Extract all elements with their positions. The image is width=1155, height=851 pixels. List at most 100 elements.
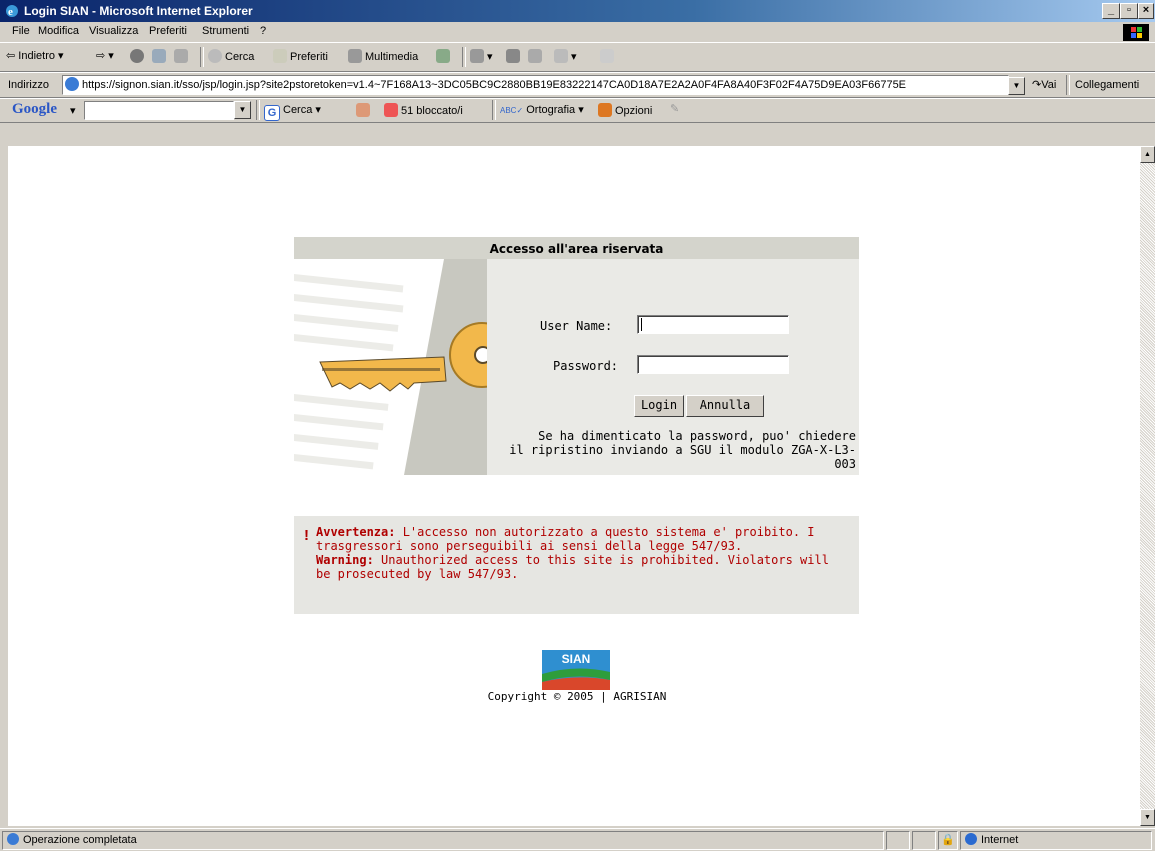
home-button[interactable] bbox=[174, 49, 191, 63]
google-search-input[interactable] bbox=[84, 101, 234, 120]
google-logo[interactable]: Google bbox=[12, 101, 57, 118]
address-url: https://signon.sian.it/sso/jsp/login.jsp… bbox=[82, 79, 907, 91]
login-panel: Accesso all'area riservata User Name: Pa… bbox=[294, 237, 859, 475]
back-arrow-icon: ⇦ bbox=[6, 50, 16, 62]
history-button[interactable] bbox=[436, 49, 453, 63]
window-title-bar: e Login SIAN - Microsoft Internet Explor… bbox=[0, 0, 1155, 22]
password-recovery-help: Se ha dimenticato la password, puo' chie… bbox=[494, 429, 856, 471]
spellcheck-label: Ortografia bbox=[526, 104, 576, 116]
zone-label: Internet bbox=[981, 834, 1019, 846]
vertical-scrollbar[interactable]: ▲ ▼ bbox=[1140, 146, 1155, 826]
page-icon bbox=[65, 77, 79, 91]
menu-strumenti[interactable]: Strumenti bbox=[202, 25, 249, 37]
discuss-icon bbox=[600, 49, 614, 63]
history-icon bbox=[436, 49, 450, 63]
spellcheck-icon: ABC✓ bbox=[500, 106, 524, 115]
login-button[interactable]: Login bbox=[634, 395, 684, 417]
password-input[interactable] bbox=[637, 355, 789, 374]
popup-blocked-icon bbox=[384, 103, 398, 117]
options-button[interactable]: Opzioni bbox=[598, 103, 652, 117]
username-input[interactable] bbox=[637, 315, 789, 334]
mail-icon bbox=[470, 49, 484, 63]
help-line-2: il ripristino inviando a SGU il modulo Z… bbox=[509, 443, 856, 471]
media-label: Multimedia bbox=[365, 51, 419, 63]
address-dropdown[interactable]: ▼ bbox=[1008, 77, 1025, 95]
mail-button[interactable]: ▾ bbox=[470, 49, 493, 63]
scroll-down-button[interactable]: ▼ bbox=[1140, 809, 1155, 826]
search-button[interactable]: Cerca bbox=[208, 49, 254, 63]
lock-icon[interactable]: 🔒 bbox=[938, 831, 958, 850]
menu-modifica[interactable]: Modifica bbox=[38, 25, 79, 37]
back-label: Indietro bbox=[18, 50, 55, 62]
google-search-button[interactable]: G Cerca ▾ bbox=[264, 103, 321, 121]
status-text: Operazione completata bbox=[23, 834, 137, 846]
google-menu-arrow[interactable]: ▾ bbox=[70, 104, 76, 117]
globe-icon bbox=[965, 833, 977, 845]
menu-bar: File Modifica Visualizza Preferiti Strum… bbox=[0, 22, 1155, 43]
text-caret bbox=[641, 318, 642, 331]
stop-button[interactable] bbox=[130, 49, 147, 63]
status-pane-blank2 bbox=[912, 831, 936, 850]
status-pane-blank1 bbox=[886, 831, 910, 850]
google-g-icon: G bbox=[264, 105, 280, 121]
status-text-pane: Operazione completata bbox=[2, 831, 884, 850]
scroll-up-button[interactable]: ▲ bbox=[1140, 146, 1155, 163]
refresh-icon bbox=[152, 49, 166, 63]
sian-logo: SIAN bbox=[542, 650, 610, 690]
google-toolbar: Google ▾ ▼ G Cerca ▾ 51 bloccato/i ABC✓ O… bbox=[0, 98, 1155, 123]
menu-help[interactable]: ? bbox=[260, 25, 266, 37]
home-icon bbox=[174, 49, 188, 63]
popup-blocked-label: 51 bloccato/i bbox=[401, 105, 463, 117]
login-header: Accesso all'area riservata bbox=[294, 237, 859, 259]
forward-button[interactable]: ⇨ ▾ bbox=[96, 49, 114, 62]
copyright: Copyright © 2005 | AGRISIAN bbox=[487, 690, 667, 703]
minimize-button[interactable]: _ bbox=[1102, 3, 1120, 19]
menu-visualizza[interactable]: Visualizza bbox=[89, 25, 138, 37]
ie-icon: e bbox=[6, 5, 18, 18]
exclamation-icon: ! bbox=[304, 527, 309, 544]
status-bar: Operazione completata 🔒 Internet bbox=[0, 828, 1155, 851]
options-label: Opzioni bbox=[615, 105, 653, 117]
username-label: User Name: bbox=[540, 319, 613, 333]
print-button[interactable] bbox=[506, 49, 523, 63]
address-input[interactable]: https://signon.sian.it/sso/jsp/login.jsp… bbox=[62, 75, 1009, 95]
warning-panel: ! Avvertenza: L'accesso non autorizzato … bbox=[294, 516, 859, 614]
sian-logo-text: SIAN bbox=[562, 652, 591, 666]
site-search-icon bbox=[356, 103, 370, 117]
warning-en-label: Warning: bbox=[316, 553, 374, 567]
spellcheck-button[interactable]: ABC✓ Ortografia ▾ bbox=[500, 103, 584, 116]
maximize-button[interactable]: ▫ bbox=[1120, 3, 1138, 19]
zone-pane[interactable]: Internet bbox=[960, 831, 1152, 850]
menu-preferiti[interactable]: Preferiti bbox=[149, 25, 187, 37]
google-search-dropdown[interactable]: ▼ bbox=[234, 101, 251, 119]
cancel-button[interactable]: Annulla bbox=[686, 395, 764, 417]
help-line-1: Se ha dimenticato la password, puo' chie… bbox=[538, 429, 856, 443]
preview-button[interactable] bbox=[528, 49, 545, 63]
menu-file[interactable]: File bbox=[12, 25, 30, 37]
print-icon bbox=[506, 49, 520, 63]
highlight-icon[interactable]: ✎ bbox=[670, 102, 679, 115]
options-icon bbox=[598, 103, 612, 117]
refresh-button[interactable] bbox=[152, 49, 169, 63]
address-bar: Indirizzo https://signon.sian.it/sso/jsp… bbox=[0, 73, 1155, 98]
discuss-button[interactable] bbox=[600, 49, 617, 63]
favorites-label: Preferiti bbox=[290, 51, 328, 63]
key-icon bbox=[319, 322, 487, 392]
window-title: Login SIAN - Microsoft Internet Explorer bbox=[24, 4, 253, 18]
media-button[interactable]: Multimedia bbox=[348, 49, 418, 63]
warning-en-text: Unauthorized access to this site is proh… bbox=[316, 553, 829, 581]
site-search-button[interactable] bbox=[356, 103, 373, 117]
links-button[interactable]: Collegamenti bbox=[1075, 79, 1139, 91]
search-label: Cerca bbox=[225, 51, 255, 63]
search-icon bbox=[208, 49, 222, 63]
go-button[interactable]: ↷Vai bbox=[1032, 78, 1056, 91]
popup-blocker-button[interactable]: 51 bloccato/i bbox=[384, 103, 463, 117]
favorites-button[interactable]: Preferiti bbox=[273, 49, 328, 63]
media-icon bbox=[348, 49, 362, 63]
edit-button[interactable]: ▾ bbox=[554, 49, 577, 63]
close-button[interactable]: × bbox=[1138, 3, 1154, 19]
svg-text:e: e bbox=[8, 6, 13, 18]
google-search-label: Cerca bbox=[283, 104, 313, 116]
back-button[interactable]: ⇦ Indietro ▾ bbox=[6, 49, 64, 62]
address-label: Indirizzo bbox=[8, 79, 49, 91]
